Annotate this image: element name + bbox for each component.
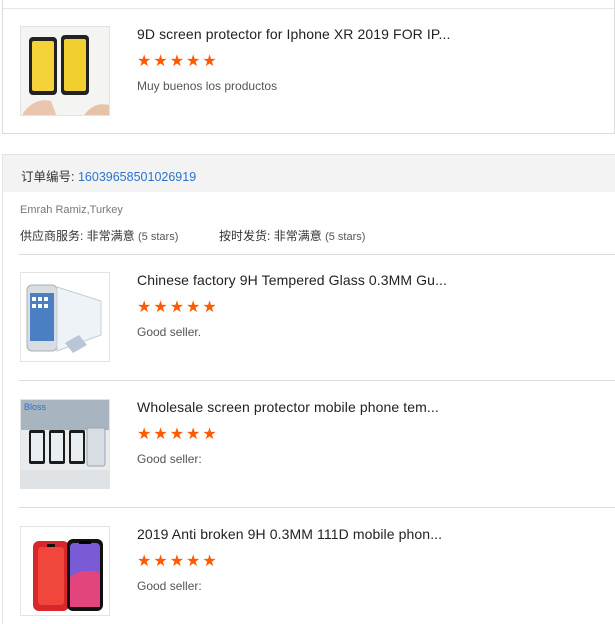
protector-lineup-image: Bloss (21, 400, 109, 488)
divider (19, 254, 615, 255)
order-header: 订单编号: 16039658501026919 (2, 154, 615, 192)
supplier-service-stars: (5 stars) (138, 231, 179, 243)
star-rating: ★★★★★ (137, 51, 219, 70)
divider (19, 507, 615, 508)
order-number-row: 订单编号: 16039658501026919 (21, 166, 196, 185)
star-rating: ★★★★★ (137, 551, 219, 570)
product-thumbnail[interactable] (20, 526, 110, 616)
divider (19, 380, 615, 381)
seller-ratings: 供应商服务: 非常满意 (5 stars) 按时发货: 非常满意 (5 star… (20, 227, 365, 244)
screen-protector-image (21, 27, 109, 115)
star-rating: ★★★★★ (137, 297, 219, 316)
review-comment: Good seller. (137, 325, 202, 339)
product-title[interactable]: Wholesale screen protector mobile phone … (137, 399, 439, 415)
product-title[interactable]: Chinese factory 9H Tempered Glass 0.3MM … (137, 272, 447, 288)
product-thumbnail[interactable] (20, 26, 110, 116)
product-thumbnail[interactable] (20, 272, 110, 362)
order-number-link[interactable]: 16039658501026919 (78, 170, 196, 184)
tempered-glass-image (21, 273, 109, 361)
review-card-top: 9D screen protector for Iphone XR 2019 F… (2, 0, 615, 134)
review-comment: Good seller: (137, 452, 202, 466)
buyer-info: Emrah Ramiz,Turkey (20, 204, 123, 216)
review-comment: Good seller: (137, 579, 202, 593)
shipping-rating: 按时发货: 非常满意 (219, 229, 322, 243)
order-body: Emrah Ramiz,Turkey 供应商服务: 非常满意 (5 stars)… (2, 192, 615, 624)
feedback-page: 9D screen protector for Iphone XR 2019 F… (0, 0, 615, 624)
product-thumbnail[interactable]: Bloss (20, 399, 110, 489)
order-number-label: 订单编号: (21, 170, 75, 184)
anti-broken-glass-image (21, 527, 109, 615)
star-rating: ★★★★★ (137, 424, 219, 443)
shipping-stars: (5 stars) (325, 231, 366, 243)
product-title[interactable]: 2019 Anti broken 9H 0.3MM 111D mobile ph… (137, 526, 442, 542)
supplier-service-rating: 供应商服务: 非常满意 (20, 229, 135, 243)
divider (3, 8, 614, 9)
review-comment: Muy buenos los productos (137, 79, 278, 93)
brand-watermark: Bloss (24, 402, 47, 412)
product-title[interactable]: 9D screen protector for Iphone XR 2019 F… (137, 26, 450, 42)
